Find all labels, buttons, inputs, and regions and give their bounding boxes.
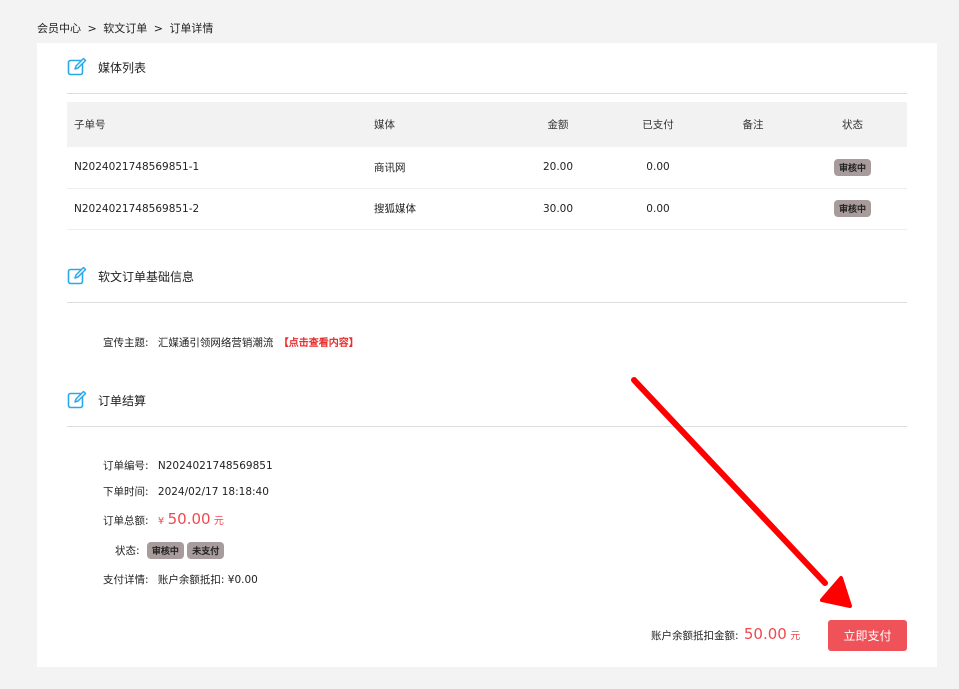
- media-table: 子单号 媒体 金额 已支付 备注 状态 N2024021748569851-1 …: [67, 102, 907, 230]
- status-cell: 审核中: [798, 147, 907, 188]
- order-time-label: 下单时间:: [103, 486, 149, 498]
- amount-cell: 30.00: [542, 202, 574, 215]
- order-total-unit: 元: [213, 516, 224, 527]
- deduct-label: 账户余额抵扣金额:: [651, 630, 739, 642]
- payment-detail-value: 账户余额抵扣: ¥0.00: [157, 574, 258, 586]
- currency-symbol: ¥: [157, 516, 165, 527]
- order-number-value: N2024021748569851: [157, 460, 273, 472]
- basic-info-header: 软文订单基础信息: [67, 266, 194, 286]
- remark-cell: [708, 188, 798, 229]
- breadcrumb-order-detail: 订单详情: [169, 22, 214, 35]
- table-row: N2024021748569851-1 商讯网 20.00 0.00 审核中: [67, 147, 907, 188]
- section-title: 软文订单基础信息: [98, 269, 195, 284]
- order-time-value: 2024/02/17 18:18:40: [157, 486, 269, 498]
- media-cell: 搜狐媒体: [374, 203, 416, 215]
- table-row: N2024021748569851-2 搜狐媒体 30.00 0.00 审核中: [67, 188, 907, 229]
- order-total-label: 订单总额:: [103, 515, 149, 527]
- remark-cell: [708, 147, 798, 188]
- column-header: 媒体: [374, 119, 395, 131]
- media-list-header: 媒体列表: [67, 57, 146, 77]
- status-badge-unpaid: 未支付: [187, 542, 225, 559]
- edit-icon: [67, 266, 87, 286]
- column-header: 子单号: [74, 119, 106, 131]
- order-total-row: 订单总额: ¥ 50.00 元: [103, 510, 224, 528]
- breadcrumb-member-center[interactable]: 会员中心: [37, 22, 81, 35]
- deduct-value: 50.00: [743, 625, 787, 643]
- breadcrumb-separator: >: [153, 22, 163, 35]
- paid-cell: 0.00: [646, 161, 670, 174]
- deduct-amount-row: 账户余额抵扣金额: 50.00 元: [651, 625, 800, 643]
- status-label: 状态:: [115, 545, 140, 557]
- theme-value: 汇媒通引领网络营销潮流: [157, 337, 274, 349]
- media-cell: 商讯网: [374, 161, 406, 174]
- payment-detail-row: 支付详情: 账户余额抵扣: ¥0.00: [103, 572, 258, 587]
- order-detail-card: 媒体列表 子单号 媒体 金额 已支付 备注 状态 N20240217485698…: [37, 43, 937, 667]
- breadcrumb-separator: >: [87, 22, 97, 35]
- column-header: 备注: [742, 119, 764, 131]
- edit-icon: [67, 57, 87, 77]
- order-number-label: 订单编号:: [103, 460, 149, 472]
- order-total-value: 50.00: [167, 510, 211, 528]
- pay-now-button[interactable]: 立即支付: [828, 620, 907, 651]
- theme-row: 宣传主题: 汇媒通引领网络营销潮流 【点击查看内容】: [103, 334, 359, 350]
- amount-cell: 20.00: [542, 161, 574, 174]
- status-badge: 审核中: [833, 200, 871, 217]
- status-badge: 审核中: [833, 158, 871, 176]
- order-time-row: 下单时间: 2024/02/17 18:18:40: [103, 484, 269, 499]
- column-header: 已支付: [642, 119, 674, 131]
- sub-order-cell: N2024021748569851-1: [74, 161, 200, 174]
- settlement-header: 订单结算: [67, 390, 146, 410]
- breadcrumb-article-orders[interactable]: 软文订单: [103, 22, 147, 35]
- deduct-unit: 元: [790, 631, 801, 642]
- column-header: 状态: [842, 119, 863, 131]
- table-header-row: 子单号 媒体 金额 已支付 备注 状态: [67, 102, 907, 147]
- breadcrumb: 会员中心 > 软文订单 > 订单详情: [37, 20, 216, 36]
- payment-detail-label: 支付详情:: [103, 574, 149, 586]
- view-content-link[interactable]: 【点击查看内容】: [279, 338, 359, 349]
- status-cell: 审核中: [798, 188, 907, 229]
- paid-cell: 0.00: [646, 202, 670, 215]
- status-badge-review: 审核中: [146, 542, 184, 559]
- status-row: 状态: 审核中 未支付: [115, 542, 225, 559]
- sub-order-cell: N2024021748569851-2: [74, 202, 200, 215]
- divider: [67, 426, 907, 427]
- theme-label: 宣传主题:: [103, 337, 149, 349]
- section-title: 媒体列表: [98, 60, 147, 75]
- section-title: 订单结算: [98, 393, 147, 408]
- divider: [67, 302, 907, 303]
- edit-icon: [67, 390, 87, 410]
- order-number-row: 订单编号: N2024021748569851: [103, 458, 273, 473]
- column-header: 金额: [547, 119, 569, 131]
- divider: [67, 93, 907, 94]
